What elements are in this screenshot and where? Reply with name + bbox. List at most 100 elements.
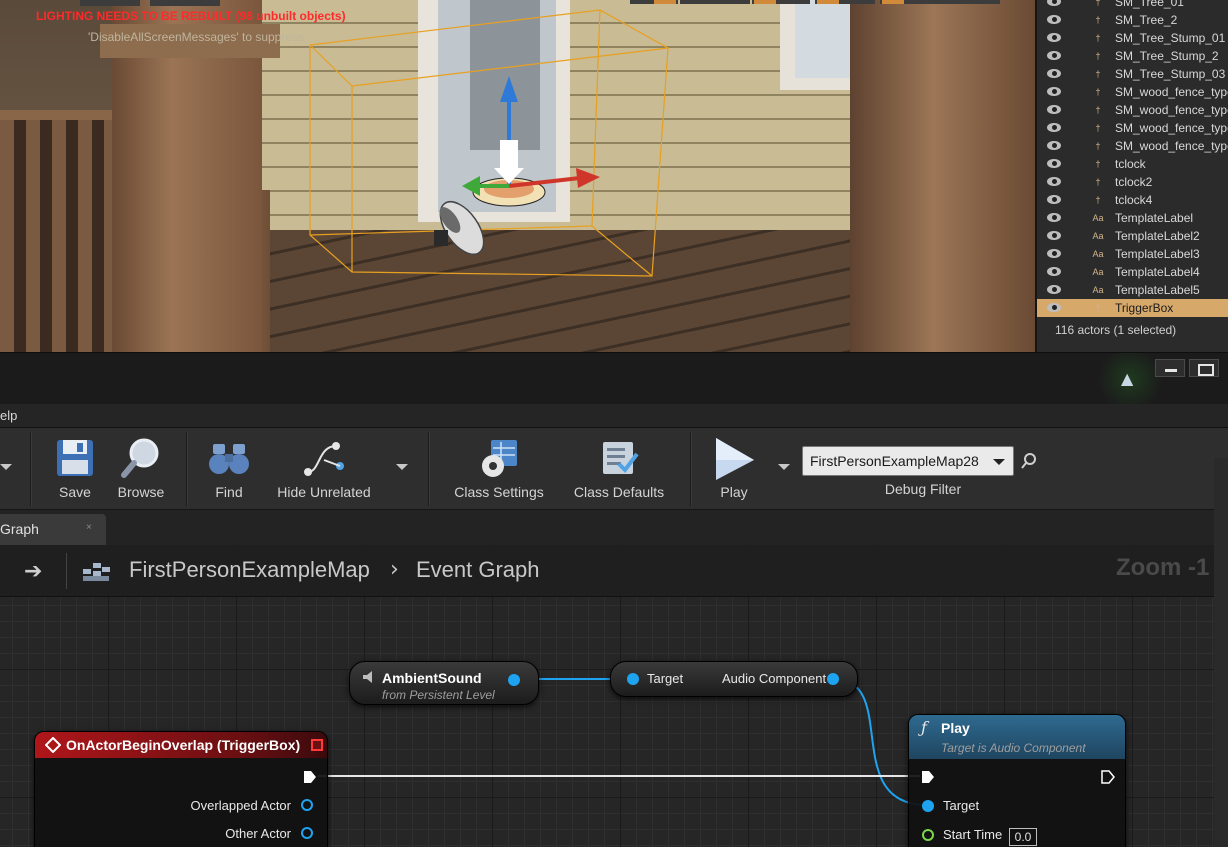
static-mesh-icon: † <box>1095 159 1101 169</box>
start-time-input[interactable]: 0.0 <box>1009 828 1037 846</box>
event-diamond-icon <box>45 737 61 753</box>
visibility-eye-icon[interactable] <box>1047 213 1061 222</box>
debug-object-select[interactable]: FirstPersonExampleMap28 <box>802 446 1014 476</box>
visibility-eye-icon[interactable] <box>1047 159 1061 168</box>
breadcrumb-map[interactable]: FirstPersonExampleMap <box>129 557 370 583</box>
outliner-row[interactable]: † SM_Tree_2 <box>1037 11 1228 29</box>
static-mesh-icon: † <box>1095 105 1101 115</box>
visibility-eye-icon[interactable] <box>1047 249 1061 258</box>
outliner-row[interactable]: Aa TemplateLabel <box>1037 209 1228 227</box>
outliner-item-label: SM_wood_fence_type <box>1115 103 1228 117</box>
graduation-cap-icon[interactable]: ▲ <box>1121 369 1133 388</box>
class-settings-label: Class Settings <box>454 484 544 500</box>
outliner-item-label: TriggerBox <box>1115 301 1174 315</box>
play-label: Play <box>720 484 748 500</box>
outliner-row[interactable]: † tclock <box>1037 155 1228 173</box>
audio-component-output-pin[interactable] <box>827 673 839 685</box>
target-input-pin[interactable] <box>627 673 639 685</box>
outliner-row[interactable]: Aa TemplateLabel4 <box>1037 263 1228 281</box>
play-options-caret[interactable] <box>778 464 790 470</box>
hide-unrelated-button[interactable]: Hide Unrelated <box>268 428 380 508</box>
tab-event-graph[interactable]: Graph × <box>0 514 106 545</box>
visibility-eye-icon[interactable] <box>1047 267 1061 276</box>
viewport-gizmos <box>80 0 1000 277</box>
ambient-sound-node[interactable]: AmbientSound from Persistent Level <box>349 661 539 705</box>
outliner-row[interactable]: † tclock4 <box>1037 191 1228 209</box>
visibility-eye-icon[interactable] <box>1047 69 1061 78</box>
find-button[interactable]: Find <box>198 428 260 508</box>
close-icon[interactable]: × <box>86 522 92 533</box>
outliner-row[interactable]: † SM_wood_fence_type <box>1037 101 1228 119</box>
visibility-eye-icon[interactable] <box>1047 51 1061 60</box>
browse-button[interactable]: Browse <box>110 428 172 508</box>
magnifier-icon <box>121 438 159 478</box>
visibility-eye-icon[interactable] <box>1047 33 1061 42</box>
search-icon[interactable] <box>1020 452 1038 470</box>
outliner-item-label: SM_Tree_Stump_2 <box>1115 49 1219 63</box>
outliner-row[interactable]: † SM_Tree_Stump_01 <box>1037 29 1228 47</box>
breadcrumb-graph[interactable]: Event Graph <box>416 557 540 583</box>
outliner-row[interactable]: † TriggerBox <box>1037 299 1228 317</box>
visibility-eye-icon[interactable] <box>1047 303 1061 312</box>
event-delegate-pin[interactable] <box>311 739 323 751</box>
visibility-eye-icon[interactable] <box>1047 123 1061 132</box>
class-settings-gear-icon <box>482 440 517 477</box>
zoom-level: Zoom -1 <box>1116 554 1210 581</box>
visibility-eye-icon[interactable] <box>1047 195 1061 204</box>
ambient-sound-output-pin[interactable] <box>508 674 520 686</box>
text-render-icon: Aa <box>1092 213 1104 223</box>
play-button[interactable]: Play <box>704 428 764 508</box>
overlapped-actor-pin[interactable] <box>301 799 313 811</box>
tab-label: Graph <box>0 521 39 537</box>
ambient-sound-speaker-icon[interactable] <box>432 194 493 262</box>
outliner-row[interactable]: † SM_Tree_Stump_03 <box>1037 65 1228 83</box>
outliner-item-label: SM_wood_fence_type <box>1115 139 1228 153</box>
blueprint-toolbar: Save Browse Find Hide Unrelated Class Se… <box>0 428 1228 510</box>
outliner-row[interactable]: † SM_wood_fence_type <box>1037 137 1228 155</box>
visibility-eye-icon[interactable] <box>1047 141 1061 150</box>
world-outliner[interactable]: † SM_Tree_01 † SM_Tree_2 † SM_Tree_Stump_01 † S… <box>1035 0 1228 352</box>
ambient-sound-subtitle: from Persistent Level <box>382 688 495 702</box>
class-defaults-button[interactable]: Class Defaults <box>564 428 674 508</box>
event-node-title: OnActorBeginOverlap (TriggerBox) <box>66 737 301 753</box>
vertical-scrollbar[interactable] <box>1214 458 1228 847</box>
forward-arrow-icon[interactable]: ➔ <box>24 559 42 584</box>
visibility-eye-icon[interactable] <box>1047 0 1061 6</box>
outliner-item-label: SM_Tree_Stump_01 <box>1115 31 1226 45</box>
outliner-row[interactable]: Aa TemplateLabel5 <box>1037 281 1228 299</box>
save-label: Save <box>59 484 91 500</box>
start-time-pin[interactable] <box>922 829 934 841</box>
visibility-eye-icon[interactable] <box>1047 15 1061 24</box>
get-audio-component-node[interactable]: Target Audio Component <box>610 661 858 697</box>
play-function-node[interactable]: ƒ Play Target is Audio Component Target … <box>908 714 1126 847</box>
menu-help[interactable]: elp <box>0 408 17 423</box>
visibility-eye-icon[interactable] <box>1047 105 1061 114</box>
on-actor-begin-overlap-node[interactable]: OnActorBeginOverlap (TriggerBox) Overlap… <box>34 731 328 847</box>
other-actor-pin[interactable] <box>301 827 313 839</box>
translate-gizmo[interactable] <box>462 76 600 207</box>
visibility-eye-icon[interactable] <box>1047 87 1061 96</box>
outliner-row[interactable]: † SM_wood_fence_type <box>1037 119 1228 137</box>
visibility-eye-icon[interactable] <box>1047 177 1061 186</box>
minimize-button[interactable] <box>1155 359 1185 377</box>
viewport-toolbar-stubs <box>80 0 1000 6</box>
outliner-row[interactable]: † SM_Tree_Stump_2 <box>1037 47 1228 65</box>
exec-output-pin[interactable] <box>1101 770 1115 784</box>
outliner-row[interactable]: Aa TemplateLabel2 <box>1037 227 1228 245</box>
level-viewport[interactable]: LIGHTING NEEDS TO BE REBUILT (98 unbuilt… <box>0 0 1035 352</box>
visibility-eye-icon[interactable] <box>1047 285 1061 294</box>
maximize-button[interactable] <box>1189 359 1219 377</box>
outliner-row[interactable]: † tclock2 <box>1037 173 1228 191</box>
exec-output-pin[interactable] <box>303 770 317 784</box>
play-target-pin[interactable] <box>922 800 934 812</box>
sound-icon <box>363 671 372 683</box>
outliner-row[interactable]: † SM_wood_fence_type <box>1037 83 1228 101</box>
save-button[interactable]: Save <box>44 428 106 508</box>
outliner-row[interactable]: † SM_Tree_01 <box>1037 0 1228 11</box>
hide-unrelated-dropdown-caret[interactable] <box>396 464 408 470</box>
class-settings-button[interactable]: Class Settings <box>444 428 554 508</box>
outliner-row[interactable]: Aa TemplateLabel3 <box>1037 245 1228 263</box>
visibility-eye-icon[interactable] <box>1047 231 1061 240</box>
exec-input-pin[interactable] <box>921 770 935 784</box>
toolbar-overflow-caret[interactable] <box>0 464 12 470</box>
